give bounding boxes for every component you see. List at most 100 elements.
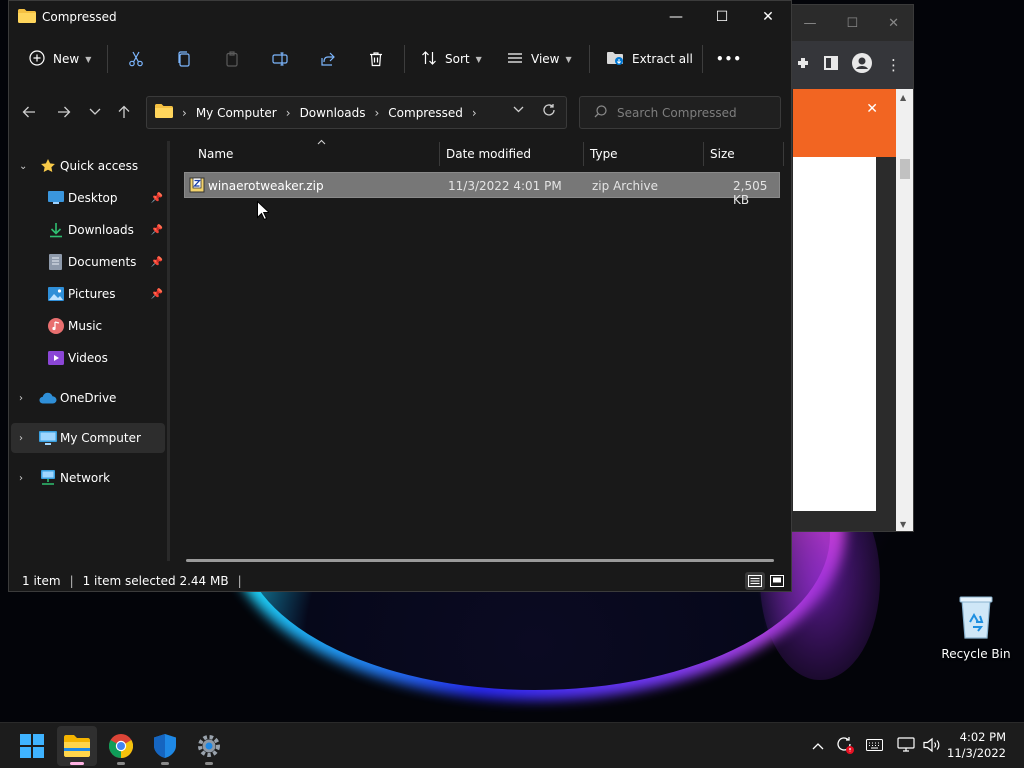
chevron-right-icon[interactable]: › — [19, 433, 23, 444]
column-header-size[interactable]: Size — [710, 142, 780, 166]
network-status-icon[interactable] — [897, 736, 915, 756]
nav-item-my-computer[interactable]: › My Computer — [11, 423, 165, 453]
nav-item-desktop[interactable]: Desktop 📌 — [11, 183, 165, 213]
pin-icon[interactable]: 📌 — [151, 225, 163, 236]
title-bar[interactable]: Compressed — ☐ ✕ — [9, 1, 791, 33]
browser-scrollbar[interactable]: ▲ ▼ — [896, 89, 913, 531]
address-dropdown-button[interactable] — [513, 105, 524, 116]
clock-time: 4:02 PM — [959, 730, 1006, 744]
keyboard-icon[interactable] — [866, 738, 883, 754]
menu-kebab-icon[interactable]: ⋮ — [886, 56, 901, 74]
volume-icon[interactable] — [923, 737, 941, 756]
extract-folder-icon — [606, 50, 624, 69]
search-input[interactable] — [617, 105, 777, 120]
start-button[interactable] — [12, 726, 52, 766]
toolbar-divider — [404, 45, 405, 73]
file-type: zip Archive — [592, 179, 658, 193]
details-view-button[interactable] — [745, 572, 765, 590]
nav-item-onedrive[interactable]: › OneDrive — [11, 383, 165, 413]
column-header-date-modified[interactable]: Date modified — [446, 142, 581, 166]
scroll-down-icon[interactable]: ▼ — [900, 520, 906, 529]
large-icons-view-icon — [770, 575, 784, 587]
chevron-right-icon[interactable]: › — [19, 393, 23, 404]
nav-item-network[interactable]: › Network — [11, 463, 165, 493]
pictures-icon — [48, 287, 64, 301]
column-header-type[interactable]: Type — [590, 142, 700, 166]
file-list-horizontal-scrollbar[interactable] — [186, 559, 774, 562]
column-divider[interactable] — [783, 142, 784, 166]
chevron-down-icon[interactable]: ⌄ — [19, 161, 27, 172]
extract-all-button[interactable]: Extract all — [594, 41, 698, 77]
maximize-button[interactable]: ☐ — [699, 1, 745, 33]
view-button[interactable]: View ▼ — [495, 41, 585, 77]
breadcrumb-my-computer[interactable]: My Computer — [196, 106, 277, 120]
window-title: Compressed — [42, 10, 117, 24]
sync-alert-icon[interactable] — [836, 736, 854, 757]
navigation-pane-scrollbar[interactable] — [167, 141, 170, 561]
back-button[interactable] — [15, 95, 43, 129]
scroll-thumb[interactable] — [900, 159, 910, 179]
pin-icon[interactable]: 📌 — [151, 289, 163, 300]
sort-button[interactable]: Sort ▼ — [409, 41, 495, 77]
extensions-icon[interactable] — [796, 56, 810, 74]
breadcrumb-downloads[interactable]: Downloads — [300, 106, 366, 120]
chevron-right-icon[interactable]: › — [19, 473, 23, 484]
bg-minimize-icon[interactable]: — — [803, 16, 816, 31]
taskbar-clock[interactable]: 4:02 PM 11/3/2022 — [947, 729, 1006, 761]
nav-item-videos[interactable]: Videos — [11, 343, 165, 373]
profile-icon[interactable] — [852, 53, 872, 77]
nav-quick-access[interactable]: ⌄ Quick access — [11, 151, 165, 181]
breadcrumb-chevron-icon[interactable]: › — [374, 106, 379, 120]
up-button[interactable] — [110, 95, 138, 129]
plus-circle-icon — [29, 49, 45, 69]
taskbar-windows-security[interactable] — [145, 726, 185, 766]
bg-close-icon[interactable]: ✕ — [888, 16, 899, 31]
refresh-button[interactable] — [542, 103, 556, 121]
background-browser-window[interactable]: — ☐ ✕ ⋮ ✕ ▲ ▼ — [780, 4, 914, 532]
forward-button[interactable] — [50, 95, 78, 129]
taskbar-settings[interactable] — [189, 726, 229, 766]
column-divider[interactable] — [439, 142, 440, 166]
side-panel-icon[interactable] — [824, 56, 838, 74]
search-box[interactable] — [579, 96, 781, 129]
scroll-up-icon[interactable]: ▲ — [900, 93, 906, 102]
paste-button[interactable] — [208, 41, 256, 77]
taskbar-chrome[interactable] — [101, 726, 141, 766]
navigation-bar: › My Computer › Downloads › Compressed › — [9, 95, 791, 131]
column-header-name[interactable]: Name — [198, 142, 438, 166]
recent-locations-button[interactable] — [81, 95, 109, 129]
breadcrumb-chevron-icon[interactable]: › — [286, 106, 291, 120]
paste-icon — [226, 51, 238, 67]
breadcrumb-chevron-icon[interactable]: › — [182, 106, 187, 120]
pin-icon[interactable]: 📌 — [151, 193, 163, 204]
large-icons-view-button[interactable] — [767, 572, 787, 590]
cut-button[interactable] — [112, 41, 160, 77]
nav-item-documents[interactable]: Documents 📌 — [11, 247, 165, 277]
pin-icon[interactable]: 📌 — [151, 257, 163, 268]
copy-button[interactable] — [160, 41, 208, 77]
minimize-button[interactable]: — — [653, 1, 699, 33]
recycle-bin[interactable]: Recycle Bin — [940, 594, 1012, 661]
browser-page-content — [793, 157, 876, 511]
nav-item-music[interactable]: Music — [11, 311, 165, 341]
delete-button[interactable] — [352, 41, 400, 77]
see-more-button[interactable]: ••• — [707, 41, 751, 77]
address-bar[interactable]: › My Computer › Downloads › Compressed › — [146, 96, 567, 129]
file-row[interactable]: winaerotweaker.zip 11/3/2022 4:01 PM zip… — [184, 172, 780, 207]
bg-maximize-icon[interactable]: ☐ — [846, 16, 858, 31]
banner-close-icon[interactable]: ✕ — [866, 101, 878, 117]
column-divider[interactable] — [703, 142, 704, 166]
share-button[interactable] — [304, 41, 352, 77]
nav-label: Music — [68, 319, 103, 333]
breadcrumb-compressed[interactable]: Compressed — [388, 106, 463, 120]
downloads-icon — [48, 222, 64, 238]
close-button[interactable]: ✕ — [745, 1, 791, 33]
nav-item-downloads[interactable]: Downloads 📌 — [11, 215, 165, 245]
rename-button[interactable] — [256, 41, 304, 77]
breadcrumb-chevron-icon[interactable]: › — [472, 106, 477, 120]
nav-item-pictures[interactable]: Pictures 📌 — [11, 279, 165, 309]
taskbar-file-explorer[interactable] — [57, 726, 97, 766]
show-hidden-icons-chevron-icon[interactable] — [812, 739, 824, 753]
column-divider[interactable] — [583, 142, 584, 166]
new-button[interactable]: New ▼ — [9, 41, 103, 77]
